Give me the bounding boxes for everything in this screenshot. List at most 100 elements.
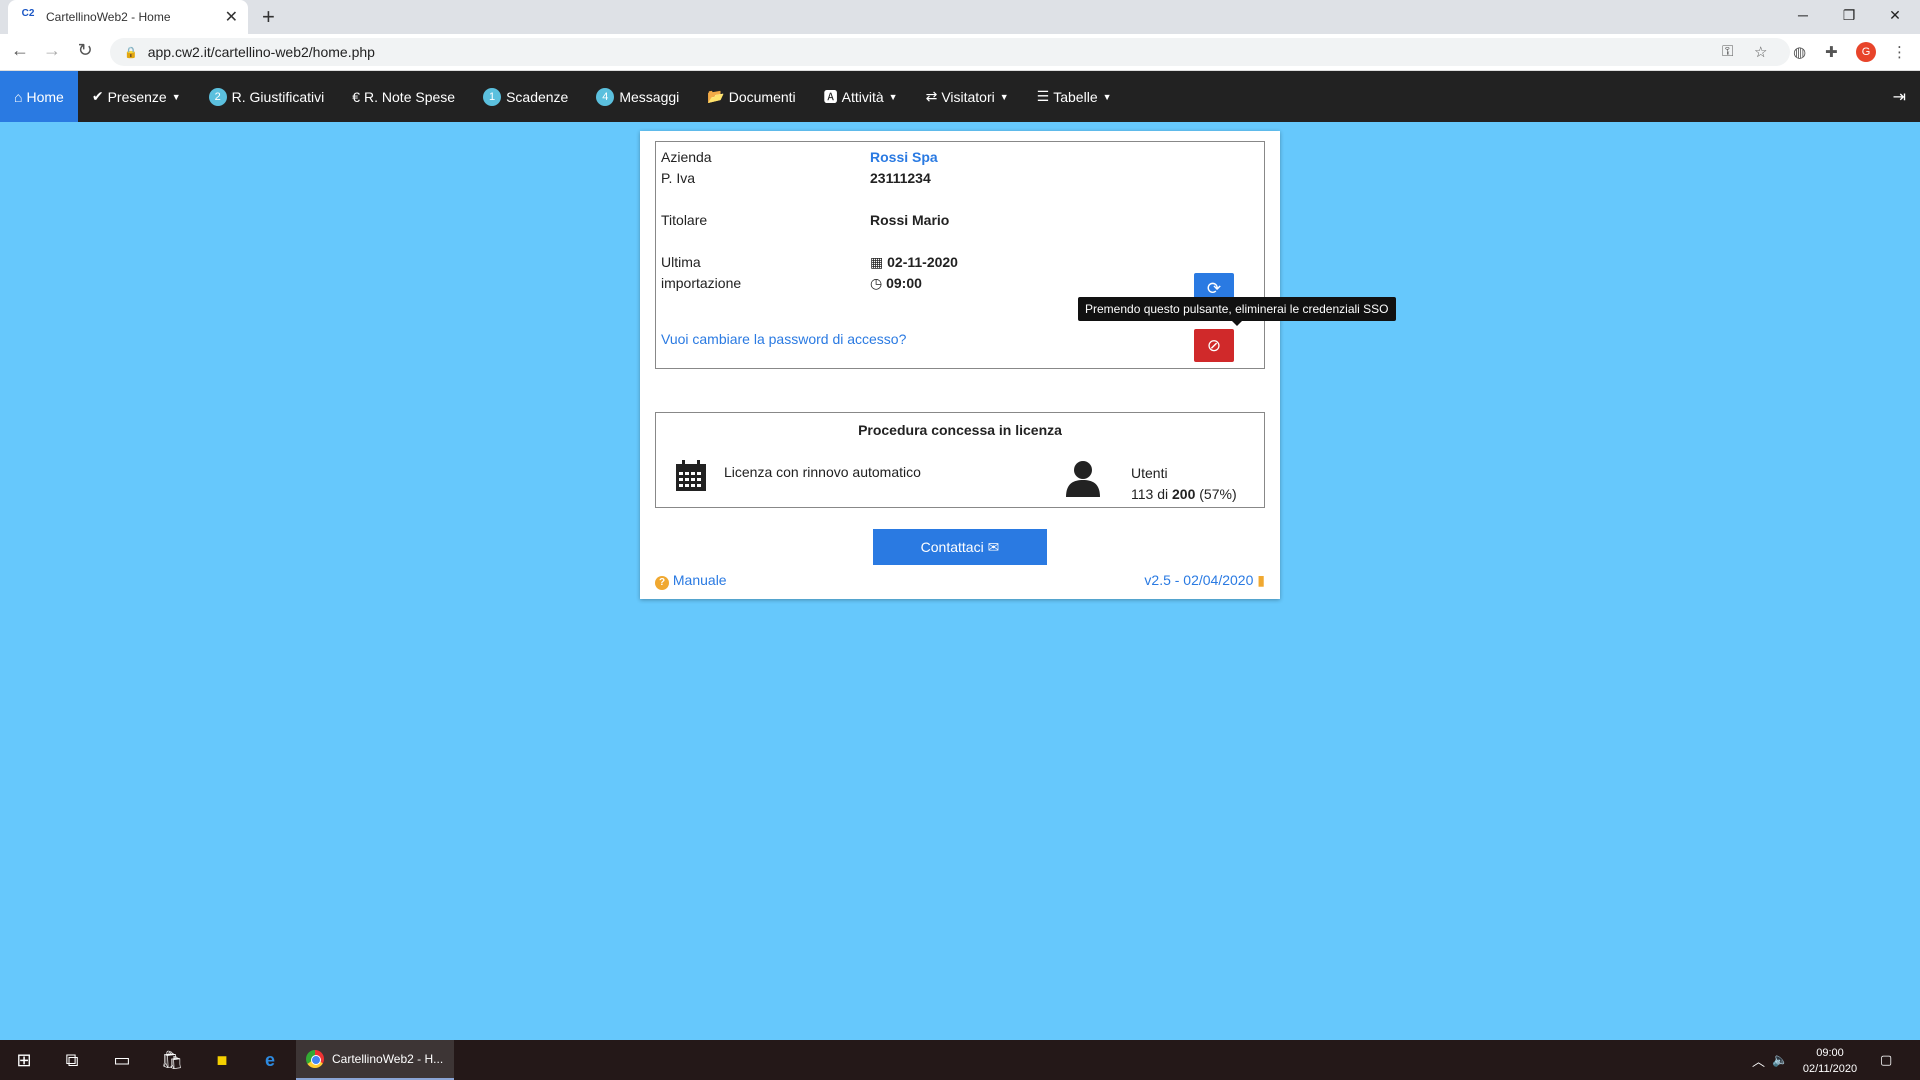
users-count: 113 di 200 (57%) [1131, 484, 1237, 505]
sso-tooltip: Premendo questo pulsante, eliminerai le … [1078, 297, 1396, 321]
profile-avatar[interactable]: G [1856, 42, 1876, 62]
nav-scadenze[interactable]: 1 Scadenze [469, 71, 582, 122]
browser-tabstrip: C2 CartellinoWeb2 - Home ✕ + ─ ❐ ✕ [0, 0, 1920, 34]
bookmark-star-icon[interactable]: ☆ [1754, 43, 1767, 61]
folder-open-icon: 📂 [707, 88, 725, 104]
titolare-label: Titolare [661, 212, 708, 228]
manual-link[interactable]: ? Manuale [655, 572, 727, 590]
license-box: Procedura concessa in licenza Licenza co… [655, 412, 1265, 508]
nav-note-spese-label: R. Note Spese [364, 88, 456, 105]
puzzle-icon[interactable]: ✚ [1825, 43, 1838, 61]
check-icon: ✔ [91, 88, 104, 104]
nav-home-label: Home [26, 88, 64, 105]
exchange-icon: ⇄ [925, 88, 938, 104]
tooltip-arrow [1232, 321, 1242, 326]
clock-date: 02/11/2020 [1802, 1063, 1858, 1075]
close-window-icon[interactable]: ✕ [1872, 0, 1918, 30]
notifications-icon[interactable]: ▢ [1880, 1040, 1892, 1080]
calendar-icon [676, 460, 706, 491]
nav-documenti[interactable]: 📂 Documenti [693, 71, 809, 122]
caret-down-icon: ▼ [999, 91, 1009, 102]
nav-visitatori-label: Visitatori [941, 88, 995, 105]
remove-sso-button[interactable]: ⊘ [1194, 329, 1234, 362]
giustificativi-badge: 2 [208, 87, 227, 106]
store-icon[interactable]: 🛍 [148, 1040, 196, 1080]
browser-tab[interactable]: C2 CartellinoWeb2 - Home ✕ [8, 0, 248, 34]
close-tab-icon[interactable]: ✕ [225, 7, 238, 27]
piva-value: 23111234 [870, 170, 931, 186]
restore-icon[interactable]: ❐ [1826, 0, 1872, 30]
azienda-label: Azienda [661, 149, 712, 165]
nav-note-spese[interactable]: € R. Note Spese [338, 71, 469, 122]
nav-tabelle[interactable]: ☰ Tabelle ▼ [1023, 71, 1126, 122]
import-date: ▦ 02-11-2020 [870, 254, 958, 271]
back-icon[interactable]: ← [8, 40, 32, 61]
chrome-icon [306, 1050, 324, 1068]
forward-icon[interactable]: → [40, 40, 64, 61]
home-icon: ⌂ [14, 88, 23, 105]
font-icon: 🅰 [823, 88, 838, 105]
new-tab-icon[interactable]: + [262, 4, 275, 30]
extension-icon[interactable]: ◍ [1793, 43, 1806, 61]
license-users: Utenti 113 di 200 (57%) [1131, 463, 1237, 505]
manual-label: Manuale [672, 572, 727, 588]
app-navbar: ⌂ Home ✔ Presenze ▼ 2 R. Giustificativi … [0, 71, 1920, 122]
windows-start-icon[interactable]: ⊞ [0, 1040, 48, 1080]
volume-icon[interactable]: 🔈 [1772, 1040, 1788, 1080]
favicon: C2 [21, 8, 35, 19]
sticky-notes-icon[interactable]: ■ [198, 1040, 246, 1080]
nav-home[interactable]: ⌂ Home [0, 71, 78, 122]
nav-presenze-label: Presenze [107, 88, 167, 105]
task-view-icon[interactable]: ⧉ [48, 1040, 96, 1080]
contact-label: Contattaci [920, 539, 984, 555]
home-card: Azienda Rossi Spa P. Iva 23111234 Titola… [640, 131, 1280, 599]
url-text: app.cw2.it/cartellino-web2/home.php [147, 44, 375, 60]
nav-tabelle-label: Tabelle [1053, 88, 1098, 105]
contact-button[interactable]: Contattaci ✉ [873, 529, 1047, 565]
license-title: Procedura concessa in licenza [858, 422, 1062, 438]
piva-label: P. Iva [661, 170, 695, 186]
reload-icon[interactable]: ↻ [73, 40, 97, 61]
address-bar[interactable]: 🔒 app.cw2.it/cartellino-web2/home.php [110, 38, 1790, 66]
taskbar-task-label: CartellinoWeb2 - H... [332, 1052, 444, 1066]
key-icon[interactable]: ⚿ [1722, 43, 1733, 60]
tab-title: CartellinoWeb2 - Home [46, 10, 171, 24]
azienda-value[interactable]: Rossi Spa [870, 149, 938, 165]
nav-messaggi[interactable]: 4 Messaggi [582, 71, 693, 122]
taskbar-clock[interactable]: 09:00 02/11/2020 [1790, 1045, 1870, 1077]
caret-down-icon: ▼ [171, 91, 181, 102]
minimize-icon[interactable]: ─ [1780, 0, 1826, 30]
envelope-icon: ✉ [987, 539, 1000, 555]
edge-icon[interactable]: e [246, 1040, 294, 1080]
scadenze-badge: 1 [483, 87, 502, 106]
euro-icon: € [352, 88, 361, 105]
nav-documenti-label: Documenti [728, 88, 796, 105]
nav-presenze[interactable]: ✔ Presenze ▼ [78, 71, 195, 122]
list-icon: ☰ [1036, 88, 1050, 104]
calendar-icon: ▦ [870, 254, 884, 270]
menu-dots-icon[interactable]: ⋮ [1892, 43, 1907, 61]
caret-down-icon: ▼ [888, 91, 898, 102]
nav-giustificativi[interactable]: 2 R. Giustificativi [195, 71, 339, 122]
nav-attivita-label: Attività [841, 88, 884, 105]
users-total: 200 [1172, 486, 1196, 502]
browser-toolbar: ← → ↻ 🔒 app.cw2.it/cartellino-web2/home.… [0, 34, 1920, 71]
users-pct: (57%) [1199, 486, 1237, 502]
nav-visitatori[interactable]: ⇄ Visitatori ▼ [912, 71, 1023, 122]
question-icon: ? [655, 576, 669, 590]
import-time: ◷ 09:00 [870, 275, 922, 292]
lock-icon: 🔒 [124, 46, 138, 59]
taskbar-chrome-task[interactable]: CartellinoWeb2 - H... [296, 1040, 454, 1080]
nav-attivita[interactable]: 🅰 Attività ▼ [810, 71, 912, 122]
users-label: Utenti [1131, 465, 1168, 481]
ban-icon: ⊘ [1206, 336, 1222, 355]
terminal-icon[interactable]: ▭ [98, 1040, 146, 1080]
license-type: Licenza con rinnovo automatico [724, 464, 921, 480]
users-used: 113 [1131, 486, 1154, 502]
importazione-label: importazione [661, 275, 742, 291]
logout-icon[interactable]: ⇥ [1893, 87, 1906, 107]
change-password-link[interactable]: Vuoi cambiare la password di accesso? [661, 331, 906, 347]
nav-scadenze-label: Scadenze [506, 88, 569, 105]
caret-down-icon: ▼ [1102, 91, 1112, 102]
tray-chevron-icon[interactable]: ︿ [1752, 1040, 1765, 1080]
